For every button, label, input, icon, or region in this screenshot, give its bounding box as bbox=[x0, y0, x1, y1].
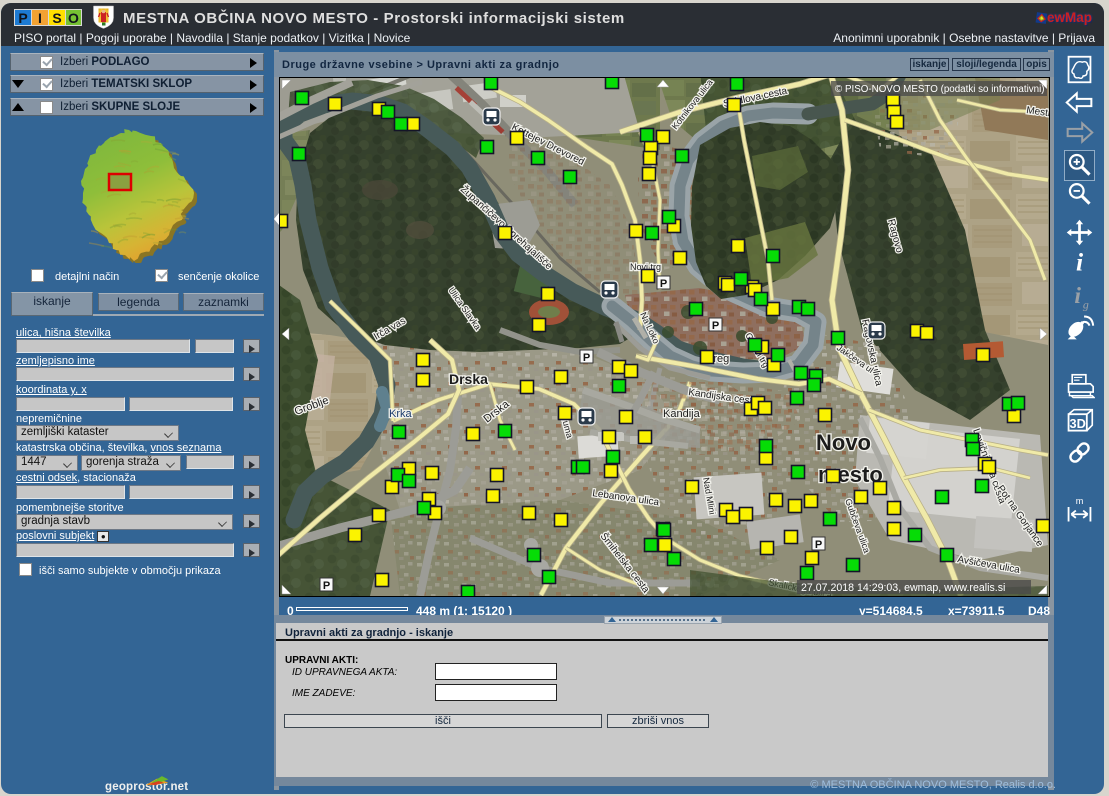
svg-text:P: P bbox=[712, 320, 719, 332]
svg-text:P: P bbox=[815, 539, 822, 551]
svg-text:P: P bbox=[323, 580, 330, 592]
svg-text:m: m bbox=[1076, 496, 1084, 506]
svg-text:Drska: Drska bbox=[449, 371, 488, 387]
svg-text:g: g bbox=[1083, 297, 1089, 311]
svg-text:P: P bbox=[660, 278, 667, 290]
svg-text:Krka: Krka bbox=[389, 408, 413, 420]
svg-text:3D: 3D bbox=[1070, 416, 1086, 431]
svg-text:Novo: Novo bbox=[816, 430, 871, 455]
svg-text:P: P bbox=[583, 352, 590, 364]
svg-text:Kandija: Kandija bbox=[663, 408, 701, 420]
svg-text:i: i bbox=[1074, 283, 1081, 309]
svg-text:27.07.2018 14:29:03, ewmap, ww: 27.07.2018 14:29:03, ewmap, www.realis.s… bbox=[801, 582, 1005, 594]
svg-text:i: i bbox=[1076, 248, 1083, 277]
svg-text:© PISO-NOVO MESTO (podatki so: © PISO-NOVO MESTO (podatki so informativ… bbox=[835, 84, 1045, 95]
